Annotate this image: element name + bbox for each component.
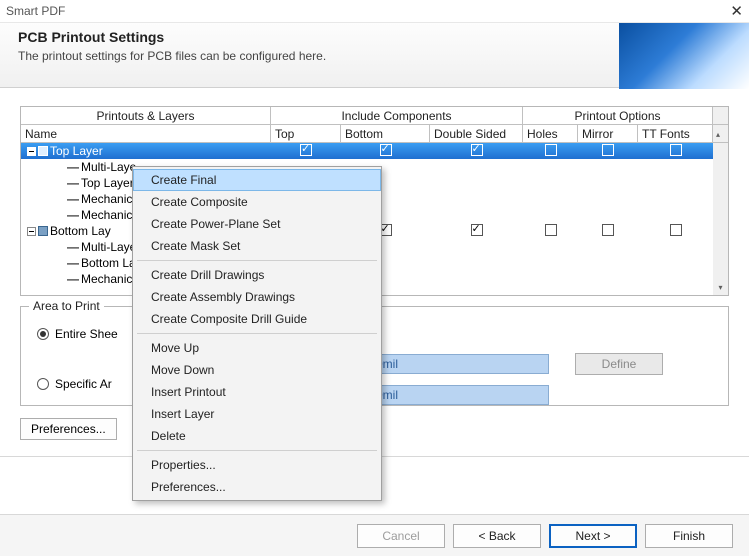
menu-move-down[interactable]: Move Down (133, 359, 381, 381)
collapse-icon[interactable] (27, 147, 36, 156)
col-top[interactable]: Top (271, 125, 341, 142)
menu-properties[interactable]: Properties... (133, 454, 381, 476)
col-ttfonts[interactable]: TT Fonts (638, 125, 713, 142)
cancel-button[interactable]: Cancel (357, 524, 445, 548)
dash-icon: — (67, 240, 79, 254)
radio-entire-sheet-label: Entire Shee (55, 327, 118, 341)
dash-icon: — (67, 192, 79, 206)
menu-move-up[interactable]: Move Up (133, 337, 381, 359)
row-label: Multi-Laye (81, 240, 136, 254)
row-label: Mechanic (81, 208, 132, 222)
menu-create-mask-set[interactable]: Create Mask Set (133, 235, 381, 257)
row-label: Bottom La (81, 256, 136, 270)
chk-bottom[interactable] (380, 144, 392, 156)
menu-create-assembly-drawings[interactable]: Create Assembly Drawings (133, 286, 381, 308)
back-button[interactable]: < Back (453, 524, 541, 548)
radio-specific-area[interactable] (37, 378, 49, 390)
col-mirror[interactable]: Mirror (578, 125, 638, 142)
menu-create-composite[interactable]: Create Composite (133, 191, 381, 213)
col-holes[interactable]: Holes (523, 125, 578, 142)
wizard-header: PCB Printout Settings The printout setti… (0, 22, 749, 88)
menu-create-final[interactable]: Create Final (133, 169, 381, 191)
dash-icon: — (67, 176, 79, 190)
next-button[interactable]: Next > (549, 524, 637, 548)
dash-icon: — (67, 256, 79, 270)
preferences-button[interactable]: Preferences... (20, 418, 117, 440)
row-label: Top Layer (50, 144, 103, 158)
col-name[interactable]: Name (21, 125, 271, 142)
group-include-components[interactable]: Include Components (271, 107, 523, 124)
menu-delete[interactable]: Delete (133, 425, 381, 447)
scroll-col-head (713, 125, 728, 142)
group-printout-options[interactable]: Printout Options (523, 107, 713, 124)
chk-mirror[interactable] (602, 224, 614, 236)
context-menu: Create Final Create Composite Create Pow… (132, 166, 382, 501)
menu-insert-printout[interactable]: Insert Printout (133, 381, 381, 403)
menu-preferences[interactable]: Preferences... (133, 476, 381, 498)
close-icon[interactable]: ✕ (730, 2, 743, 20)
vertical-scrollbar[interactable]: ▾ (713, 143, 728, 295)
chk-holes[interactable] (545, 224, 557, 236)
area-legend: Area to Print (29, 299, 104, 313)
row-label: Mechanic (81, 192, 132, 206)
coord-y1-input[interactable]: 0mil (369, 354, 549, 374)
collapse-icon[interactable] (27, 227, 36, 236)
printout-icon (38, 226, 48, 236)
define-button[interactable]: Define (575, 353, 663, 375)
dash-icon: — (67, 160, 79, 174)
radio-specific-area-label: Specific Ar (55, 377, 112, 391)
row-label: Mechanic (81, 272, 132, 286)
window-title: Smart PDF (6, 4, 65, 18)
dash-icon: — (67, 208, 79, 222)
chk-ttfonts[interactable] (670, 224, 682, 236)
chk-holes[interactable] (545, 144, 557, 156)
chk-double[interactable] (471, 224, 483, 236)
menu-create-composite-drill-guide[interactable]: Create Composite Drill Guide (133, 308, 381, 330)
scroll-up-icon[interactable] (713, 107, 728, 124)
coord-y2-input[interactable]: 0mil (369, 385, 549, 405)
menu-create-drill-drawings[interactable]: Create Drill Drawings (133, 264, 381, 286)
col-bottom[interactable]: Bottom (341, 125, 430, 142)
printout-icon (38, 146, 48, 156)
col-double-sided[interactable]: Double Sided (430, 125, 523, 142)
wizard-footer: Cancel < Back Next > Finish (0, 514, 749, 556)
dash-icon: — (67, 272, 79, 286)
chk-top[interactable] (300, 144, 312, 156)
chk-ttfonts[interactable] (670, 144, 682, 156)
chk-double[interactable] (471, 144, 483, 156)
printout-row-top-layer[interactable]: Top Layer (21, 143, 728, 159)
group-printouts-layers[interactable]: Printouts & Layers (21, 107, 271, 124)
menu-create-power-plane-set[interactable]: Create Power-Plane Set (133, 213, 381, 235)
scroll-down-icon[interactable]: ▾ (713, 280, 728, 295)
row-label: Multi-Laye (81, 160, 136, 174)
row-label: Bottom Lay (50, 224, 111, 238)
menu-insert-layer[interactable]: Insert Layer (133, 403, 381, 425)
chk-mirror[interactable] (602, 144, 614, 156)
finish-button[interactable]: Finish (645, 524, 733, 548)
header-artwork (619, 23, 749, 89)
row-label: Top Layer (81, 176, 134, 190)
radio-entire-sheet[interactable] (37, 328, 49, 340)
